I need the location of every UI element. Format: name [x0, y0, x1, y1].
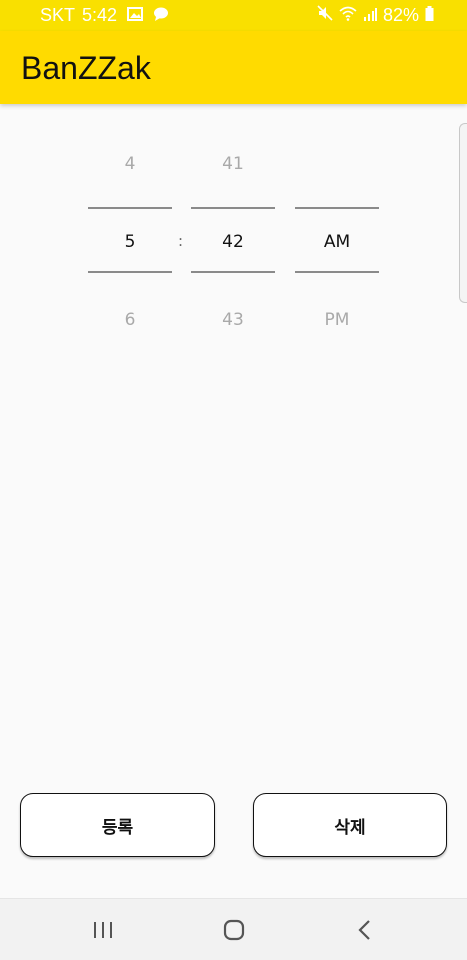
app-bar: BanZZak: [0, 31, 467, 104]
edge-panel-handle[interactable]: [459, 123, 467, 303]
hour-prev[interactable]: 4: [88, 154, 172, 174]
hour-divider-top: [88, 207, 172, 209]
hour-picker[interactable]: 4 5 6: [88, 150, 172, 340]
ampm-next[interactable]: PM: [295, 310, 379, 330]
ampm-divider-top: [295, 207, 379, 209]
wifi-icon: [339, 5, 357, 26]
ampm-divider-bottom: [295, 271, 379, 273]
image-icon: [127, 5, 144, 26]
hour-divider-bottom: [88, 271, 172, 273]
battery-percent: 82%: [382, 5, 419, 25]
minute-divider-top: [191, 207, 275, 209]
ampm-selected[interactable]: AM: [295, 232, 379, 252]
hour-selected[interactable]: 5: [88, 232, 172, 252]
time-separator: :: [178, 232, 184, 250]
recent-apps-icon[interactable]: [91, 917, 115, 943]
signal-icon: [363, 5, 377, 26]
hour-next[interactable]: 6: [88, 310, 172, 330]
ampm-picker[interactable]: AM PM: [295, 150, 379, 340]
mute-icon: [317, 5, 333, 26]
back-icon[interactable]: [353, 917, 377, 943]
battery-icon: [425, 5, 434, 26]
minute-prev[interactable]: 41: [191, 154, 275, 174]
minute-selected[interactable]: 42: [191, 232, 275, 252]
status-right: 82%: [311, 5, 434, 26]
minute-divider-bottom: [191, 271, 275, 273]
app-title: BanZZak: [21, 50, 151, 86]
delete-button[interactable]: 삭제: [253, 793, 447, 857]
register-button[interactable]: 등록: [20, 793, 215, 857]
chat-bubble-icon: [153, 5, 169, 26]
status-left: SKT 5:42: [40, 5, 169, 26]
navigation-bar: [0, 898, 467, 960]
minute-next[interactable]: 43: [191, 310, 275, 330]
home-icon[interactable]: [222, 917, 246, 943]
minute-picker[interactable]: 41 42 43: [191, 150, 275, 340]
status-time: 5:42: [82, 5, 118, 25]
carrier-label: SKT: [40, 5, 76, 25]
status-bar: SKT 5:42 82%: [0, 0, 467, 31]
